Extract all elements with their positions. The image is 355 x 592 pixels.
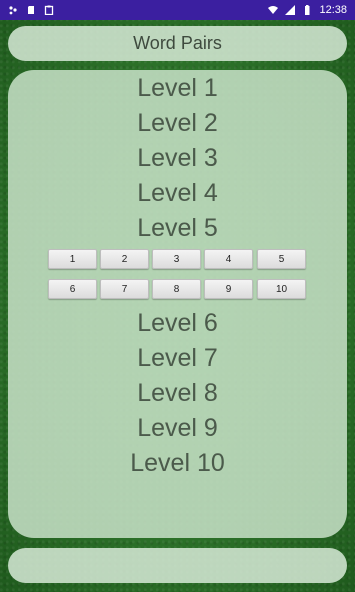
level-4-item[interactable]: Level 4 (8, 179, 347, 207)
sublevel-button-4[interactable]: 4 (204, 249, 253, 269)
battery-icon (305, 5, 310, 15)
signal-icon (285, 5, 296, 15)
status-bar: 12:38 (0, 0, 355, 20)
wifi-icon (268, 6, 279, 14)
sublevel-button-9[interactable]: 9 (204, 279, 253, 299)
level-6-item[interactable]: Level 6 (8, 309, 347, 337)
sublevel-button-1[interactable]: 1 (48, 249, 97, 269)
clipboard-icon (44, 5, 54, 15)
level-8-item[interactable]: Level 8 (8, 379, 347, 407)
clock: 12:38 (319, 4, 347, 16)
level-2-item[interactable]: Level 2 (8, 109, 347, 137)
level-5-item[interactable]: Level 5 (8, 214, 347, 242)
footer-bar (8, 548, 347, 583)
sublevel-button-6[interactable]: 6 (48, 279, 97, 299)
level-10-item[interactable]: Level 10 (8, 449, 347, 477)
app-title-bar: Word Pairs (8, 26, 347, 61)
level-panel: Level 1 Level 2 Level 3 Level 4 Level 5 … (8, 70, 347, 538)
level-3-item[interactable]: Level 3 (8, 144, 347, 172)
sublevel-button-10[interactable]: 10 (257, 279, 306, 299)
sublevel-button-3[interactable]: 3 (152, 249, 201, 269)
level-1-item[interactable]: Level 1 (8, 74, 347, 102)
sublevel-row-2: 6 7 8 9 10 (8, 279, 347, 299)
sublevel-row-1: 1 2 3 4 5 (8, 249, 347, 269)
sublevel-button-7[interactable]: 7 (100, 279, 149, 299)
level-7-item[interactable]: Level 7 (8, 344, 347, 372)
notification-icon (9, 6, 17, 15)
sd-card-icon (28, 6, 34, 14)
sublevel-button-5[interactable]: 5 (257, 249, 306, 269)
app-title: Word Pairs (133, 33, 222, 53)
sublevel-button-2[interactable]: 2 (100, 249, 149, 269)
level-9-item[interactable]: Level 9 (8, 414, 347, 442)
sublevel-button-8[interactable]: 8 (152, 279, 201, 299)
